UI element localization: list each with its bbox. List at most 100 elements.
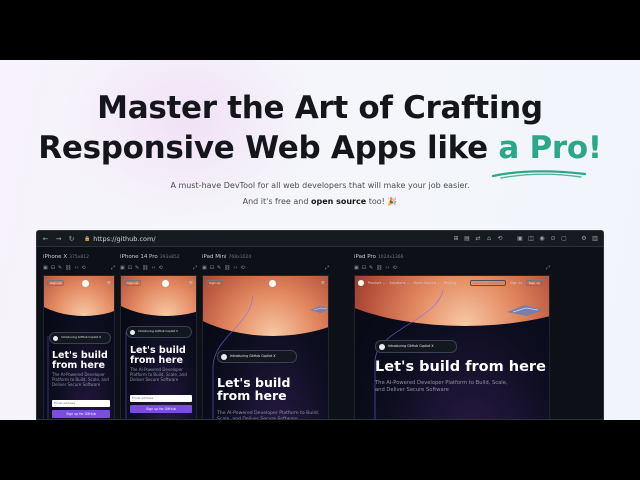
promo-stage: Master the Art of Crafting Responsive We… — [0, 60, 640, 420]
expand-icon[interactable]: ⤢ — [111, 265, 115, 271]
site-headline: Let's build from here — [375, 359, 546, 375]
glow-line-icon — [125, 332, 127, 419]
github-logo-icon[interactable] — [358, 280, 364, 286]
device-tools: ▣ ⊡ ✎ ⛓ ‹› ⟲ ⤢ — [120, 263, 197, 273]
code-icon[interactable]: ‹› — [152, 265, 156, 271]
sign-in-link[interactable]: Sign in — [510, 281, 522, 285]
copilot-text: Introducing GitHub Copilot X — [61, 336, 101, 339]
layout-icon[interactable]: ▤ — [463, 231, 471, 247]
sign-up-button[interactable]: Sign up — [124, 280, 142, 286]
site-body: The AI-Powered Developer Platform to Bui… — [217, 411, 320, 420]
nav-item-open-source[interactable]: Open Source ⌄ — [413, 281, 440, 285]
glow-line-icon — [47, 336, 49, 419]
site-body: The AI-Powered Developer Platform to Bui… — [130, 367, 187, 383]
rotate-icon[interactable]: ⟲ — [496, 231, 504, 247]
link-icon[interactable]: ⛓ — [224, 265, 230, 271]
link-icon[interactable]: ⛓ — [376, 265, 382, 271]
device-name: iPad Pro — [354, 254, 376, 260]
spaceship-icon — [310, 306, 328, 313]
site-nav: Sign up ≡ — [206, 279, 325, 287]
rotate-icon[interactable]: ⟲ — [241, 265, 245, 271]
copilot-banner[interactable]: Introducing GitHub Copilot X — [375, 340, 457, 353]
expand-icon[interactable]: ⤢ — [193, 265, 197, 271]
copilot-banner[interactable]: Introducing GitHub Copilot X — [217, 350, 297, 363]
email-input[interactable]: Email address — [52, 400, 110, 407]
hero-accent: a Pro! — [498, 130, 602, 166]
reload-icon[interactable]: ↻ — [67, 231, 76, 247]
device-tools: ▣ ⊡ ✎ ⛓ ‹› ⟲ ⤢ — [354, 263, 550, 273]
gear-icon[interactable]: ⚙ — [580, 231, 588, 247]
device-screen[interactable]: Sign up ≡ Introducing GitHub Copilot X L… — [43, 275, 115, 419]
responsive-viewer-window: ← → ↻ 🔒 https://github.com/ ⊞ ▤ ⇄ ⌂ ⟲ ▣ … — [36, 230, 604, 420]
hero-line-2: Responsive Web Apps like a Pro! — [0, 128, 640, 168]
code-icon[interactable]: ‹› — [234, 265, 238, 271]
back-arrow-icon[interactable]: ← — [41, 231, 50, 247]
copilot-banner[interactable]: Introducing GitHub Copilot X — [126, 326, 192, 338]
inspect-icon[interactable]: ⊡ — [51, 265, 55, 271]
hero-line-2-prefix: Responsive Web Apps like — [38, 130, 499, 166]
inspect-icon[interactable]: ⊡ — [362, 265, 366, 271]
site-body: The AI-Powered Developer Platform to Bui… — [375, 380, 508, 393]
device-header: iPhone 14 Pro 393x852 — [120, 251, 197, 263]
code-icon[interactable]: ‹› — [75, 265, 79, 271]
device-screen[interactable]: Product ⌄ Solutions ⌄ Open Source ⌄ Pric… — [354, 275, 550, 419]
sync-icon[interactable]: ⇄ — [474, 231, 482, 247]
menu-icon[interactable]: ≡ — [107, 280, 111, 286]
screenshot-icon[interactable]: ▣ — [202, 265, 207, 271]
code-icon[interactable]: ‹› — [386, 265, 390, 271]
email-input[interactable]: Email address — [130, 395, 192, 402]
nav-item-solutions[interactable]: Solutions ⌄ — [389, 281, 409, 285]
expand-icon[interactable]: ⤢ — [546, 265, 550, 271]
expand-icon[interactable]: ⤢ — [325, 265, 329, 271]
subtitle-line-2-suffix: too! 🎉 — [366, 197, 398, 206]
rotate-icon[interactable]: ⟲ — [393, 265, 397, 271]
sign-up-button[interactable]: Sign up — [47, 280, 65, 286]
spaceship-icon — [507, 305, 543, 316]
github-logo-icon[interactable] — [82, 279, 90, 287]
link-icon[interactable]: ⛓ — [142, 265, 148, 271]
home-icon[interactable]: ⌂ — [485, 231, 493, 247]
signup-button[interactable]: Sign up for GitHub — [130, 405, 192, 413]
menu-icon[interactable]: ≡ — [321, 280, 325, 286]
edit-icon[interactable]: ✎ — [217, 265, 221, 271]
url-field[interactable]: 🔒 https://github.com/ — [84, 235, 156, 243]
screenshot-icon[interactable]: ▣ — [43, 265, 48, 271]
screenshot-icon[interactable]: ▣ — [354, 265, 359, 271]
record-icon[interactable]: ⊙ — [549, 231, 557, 247]
sign-up-button[interactable]: Sign up — [525, 280, 544, 286]
inspect-icon[interactable]: ⊡ — [210, 265, 214, 271]
device-screen[interactable]: Sign up ≡ Introducing GitHub Copilot X L… — [120, 275, 197, 419]
edit-icon[interactable]: ✎ — [135, 265, 139, 271]
github-logo-icon[interactable] — [268, 279, 276, 287]
zoom-icon[interactable]: ⊞ — [452, 231, 460, 247]
device-name: iPhone 14 Pro — [120, 254, 158, 260]
github-logo-icon[interactable] — [161, 279, 169, 287]
signup-button[interactable]: Sign up for GitHub — [52, 410, 110, 418]
copilot-text: Introducing GitHub Copilot X — [388, 344, 434, 349]
link-icon[interactable]: ⛓ — [65, 265, 71, 271]
device-screen[interactable]: Sign up ≡ Introducing GitHub Copilot X L… — [202, 275, 329, 420]
rotate-icon[interactable]: ⟲ — [82, 265, 86, 271]
screenshot-icon[interactable]: ▣ — [120, 265, 125, 271]
inspect-icon[interactable]: ⊡ — [128, 265, 132, 271]
edit-icon[interactable]: ✎ — [58, 265, 62, 271]
nav-item-pricing[interactable]: Pricing — [444, 281, 456, 285]
devices-icon[interactable]: ▣ — [516, 231, 524, 247]
sign-up-button[interactable]: Sign up — [206, 280, 224, 286]
toolbar-actions: ⊞ ▤ ⇄ ⌂ ⟲ ▣ ◫ ◉ ⊙ ▢ ⚙ ▥ — [452, 231, 599, 247]
letterbox-top — [0, 0, 640, 60]
split-icon[interactable]: ▥ — [591, 231, 599, 247]
window-icon[interactable]: ◫ — [527, 231, 535, 247]
screenshot-icon[interactable]: ◉ — [538, 231, 546, 247]
device-ipad-mini: iPad Mini 768x1024 ▣ ⊡ ✎ ⛓ ‹› ⟲ ⤢ Sign u… — [202, 251, 329, 419]
open-source-link[interactable]: open source — [311, 197, 366, 206]
menu-icon[interactable]: ≡ — [189, 280, 193, 286]
rotate-icon[interactable]: ⟲ — [159, 265, 163, 271]
nav-item-product[interactable]: Product ⌄ — [368, 281, 385, 285]
search-input[interactable]: Search or jump to... — [469, 280, 506, 286]
copilot-banner[interactable]: Introducing GitHub Copilot X — [49, 332, 111, 344]
edit-icon[interactable]: ✎ — [369, 265, 373, 271]
clipboard-icon[interactable]: ▢ — [560, 231, 568, 247]
forward-arrow-icon[interactable]: → — [54, 231, 63, 247]
site-headline: Let's build from here — [52, 350, 108, 371]
